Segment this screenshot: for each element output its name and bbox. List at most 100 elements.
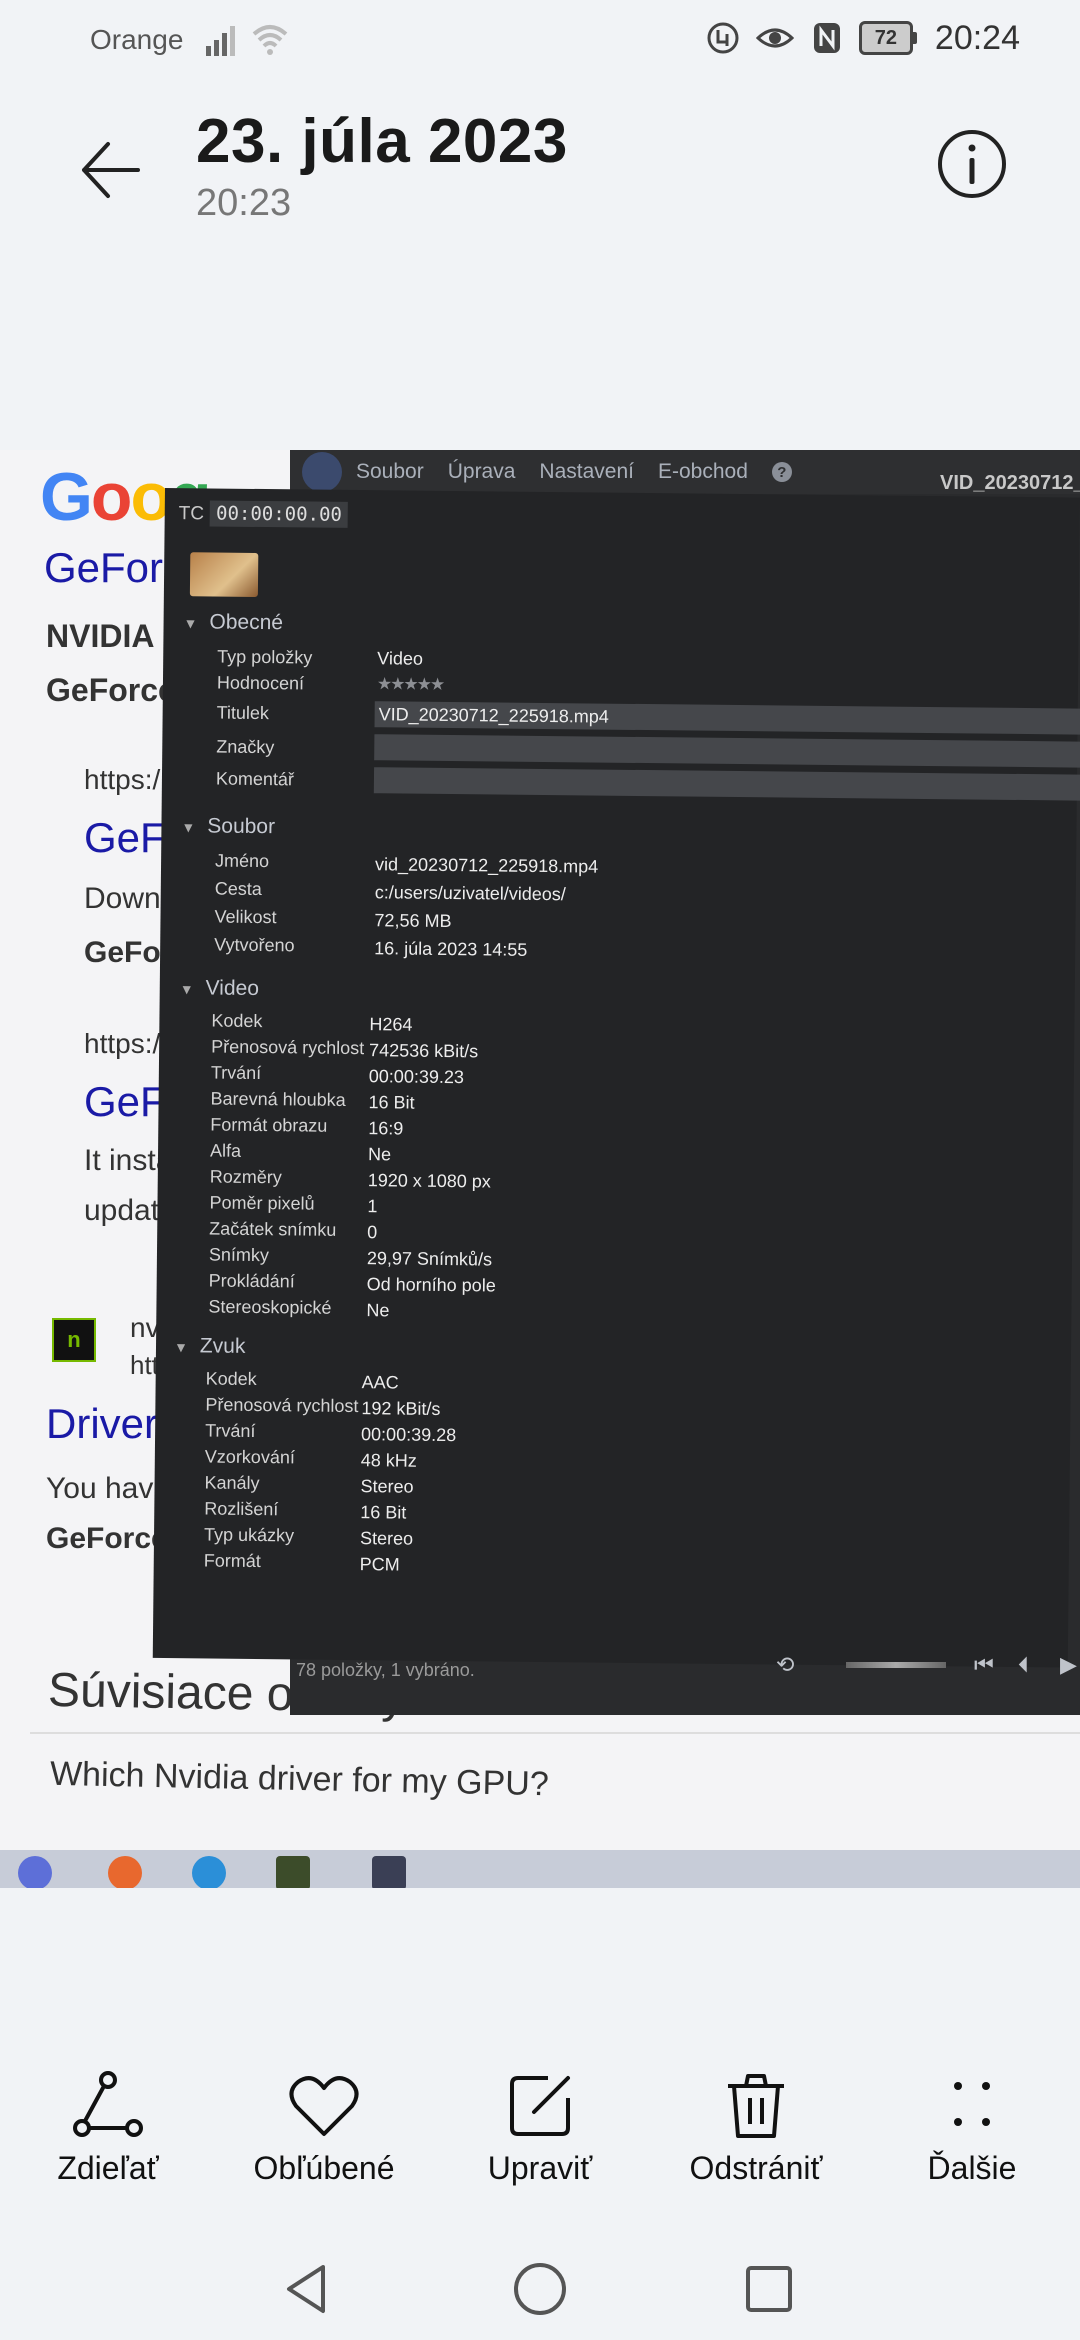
photo-content[interactable]: Goog GeFor NVIDIA GeForce https:/ GeF Do…	[0, 450, 1080, 1888]
nav-home-button[interactable]	[505, 2254, 575, 2324]
edit-button[interactable]: Upraviť	[432, 2070, 648, 2200]
result-url: https:/	[84, 1028, 161, 1059]
status-bar: Orange 72 20:24	[0, 0, 1080, 84]
playback-slider	[846, 1662, 946, 1668]
step-back-icon: ⏴	[1018, 1652, 1030, 1677]
action-toolbar: Zdieľať Obľúbené Upraviť Odstrániť Ďalši…	[0, 2070, 1080, 2200]
prop-value: Ne	[367, 1144, 392, 1165]
battery-level: 72	[874, 26, 898, 49]
app-logo-icon	[302, 452, 342, 492]
collapse-triangle-icon: ▼	[181, 819, 196, 836]
prop-value: 16 Bit	[360, 1502, 407, 1523]
prop-value: 16:9	[368, 1118, 404, 1139]
related-question: Which Nvidia driver for my GPU?	[49, 1754, 550, 1804]
timecode: TC 00:00:00.00	[179, 500, 349, 528]
trash-icon	[720, 2070, 792, 2142]
nfc-icon	[807, 18, 847, 58]
signal-icon	[206, 26, 235, 56]
menu-eshop: E-obchod	[657, 460, 748, 483]
video-thumbnail	[189, 552, 259, 597]
prop-label: Trvání	[210, 1062, 262, 1084]
wifi-icon	[252, 25, 288, 55]
prop-value: 16 Bit	[368, 1092, 415, 1113]
prop-label: Cesta	[214, 878, 262, 900]
section-file: ▼ Soubor	[181, 814, 276, 839]
help-icon: ?	[771, 462, 792, 482]
status-time: 20:24	[934, 18, 1020, 57]
prop-label: Vytvořeno	[214, 934, 295, 956]
search-result-title: GeF	[84, 1078, 166, 1125]
prop-label: Barevná hloubka	[210, 1088, 346, 1110]
prop-value: Stereo	[359, 1528, 414, 1549]
prop-label: Formát obrazu	[210, 1114, 328, 1136]
prop-label: Stereoskopické	[208, 1296, 332, 1318]
menu-edit: Úprava	[447, 460, 516, 483]
back-triangle-icon	[287, 2265, 325, 2313]
page-subtitle: 20:23	[196, 182, 292, 224]
data-saver-icon	[703, 18, 743, 58]
battery-icon: 72	[858, 21, 917, 55]
result-text: GeFo	[84, 936, 161, 969]
prop-value: Od horního pole	[366, 1274, 496, 1296]
result-text: GeForce	[46, 1522, 168, 1555]
search-result-title: Driver	[46, 1400, 158, 1447]
firefox-icon	[108, 1856, 142, 1888]
nvidia-logo: n	[52, 1318, 96, 1362]
share-icon	[72, 2070, 144, 2142]
result-text: NVIDIA	[46, 618, 155, 654]
back-button[interactable]	[72, 132, 148, 208]
app-icon	[372, 1856, 406, 1888]
recents-square-icon	[746, 2266, 792, 2312]
comment-field	[373, 767, 1080, 802]
share-button[interactable]: Zdieľať	[0, 2070, 216, 2200]
divider	[30, 1732, 1080, 1734]
section-general: ▼ Obecné	[183, 610, 284, 635]
result-text: GeForce	[46, 672, 176, 708]
prop-label: Prokládání	[208, 1270, 295, 1292]
prop-label: Velikost	[214, 906, 277, 928]
prop-label: Začátek snímku	[209, 1218, 337, 1240]
edit-icon	[504, 2070, 576, 2142]
title-field: VID_20230712_225918.mp4	[374, 701, 1080, 736]
heart-icon	[288, 2070, 360, 2142]
prop-label: Komentář	[215, 768, 295, 790]
prop-value: PCM	[359, 1554, 400, 1575]
info-button[interactable]	[934, 126, 1010, 202]
tags-field	[374, 734, 1080, 769]
prop-value: 29,97 Snímků/s	[366, 1248, 493, 1270]
edge-icon	[192, 1856, 226, 1888]
prop-value: 00:00:39.23	[368, 1066, 465, 1088]
delete-button[interactable]: Odstrániť	[648, 2070, 864, 2200]
prop-label: Rozměry	[209, 1166, 282, 1188]
taskbar	[0, 1850, 1080, 1888]
home-circle-icon	[514, 2263, 566, 2315]
prop-value: 0	[367, 1222, 378, 1243]
prop-value: 00:00:39.28	[360, 1424, 457, 1446]
result-url: https:/	[84, 764, 161, 795]
prop-label: Typ ukázky	[203, 1524, 295, 1546]
prop-label: Alfa	[209, 1140, 242, 1161]
prop-label: Poměr pixelů	[209, 1192, 315, 1214]
prop-value: Ne	[366, 1300, 390, 1321]
nav-back-button[interactable]	[272, 2254, 342, 2324]
prop-value: Video	[377, 648, 424, 669]
rating-stars-icon: ★★★★★	[376, 674, 444, 694]
prop-label: Kodek	[211, 1010, 263, 1032]
info-icon	[938, 130, 1006, 198]
collapse-triangle-icon: ▼	[179, 981, 194, 998]
loop-icon: ⟲	[776, 1652, 795, 1677]
prop-value: 192 kBit/s	[361, 1398, 441, 1419]
delete-label: Odstrániť	[689, 2150, 823, 2186]
prop-label: Kanály	[204, 1472, 260, 1494]
favorite-button[interactable]: Obľúbené	[216, 2070, 432, 2200]
app-status-text: 78 položky, 1 vybráno.	[296, 1660, 475, 1680]
edit-label: Upraviť	[487, 2150, 593, 2186]
more-button[interactable]: Ďalšie	[864, 2070, 1080, 2200]
nav-recents-button[interactable]	[734, 2254, 804, 2324]
prop-label: Hodnocení	[216, 672, 305, 694]
app-window-title: VID_20230712_	[940, 472, 1080, 494]
prop-label: Trvání	[205, 1420, 256, 1441]
prop-label: Snímky	[208, 1244, 270, 1266]
prop-value: H264	[369, 1014, 413, 1035]
prop-label: Přenosová rychlost	[205, 1394, 359, 1417]
